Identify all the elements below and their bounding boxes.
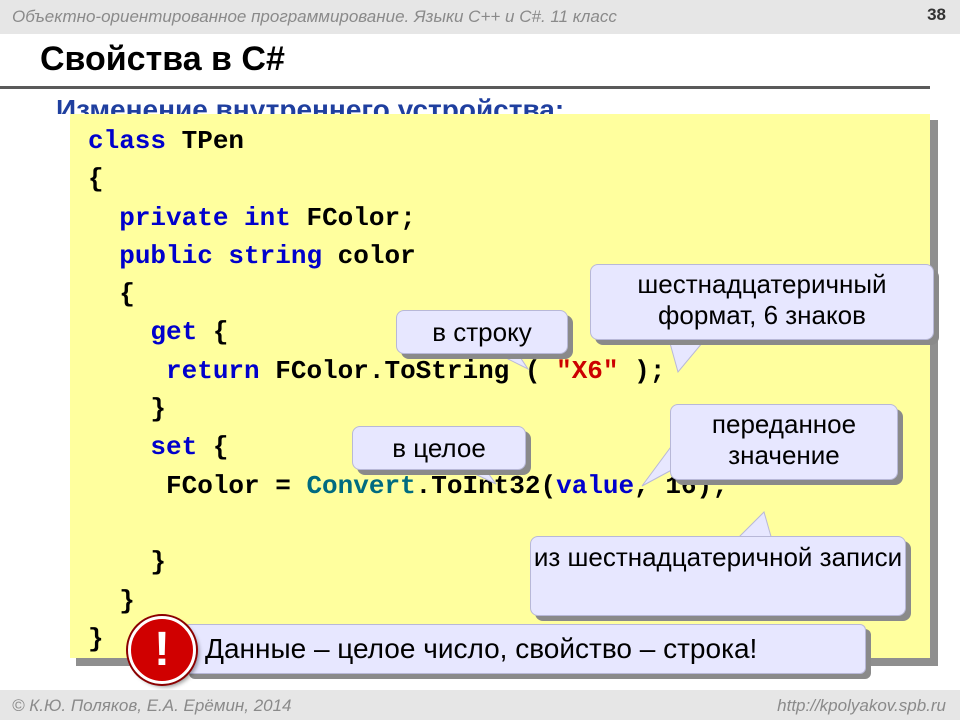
code-text: { [88,164,104,195]
callout-passed-value: переданное значение [670,404,898,480]
code-text: { [197,432,229,463]
code-keyword: set [150,432,198,463]
code-text: } [88,623,104,654]
course-title: Объектно-ориентированное программировани… [12,7,617,26]
callout-text: шестнадцатеричный формат, 6 знаков [637,269,887,330]
callout-to-int: в целое [352,426,526,470]
code-text: } [119,585,135,616]
code-text: = [259,470,307,501]
code-keyword: value [556,470,635,501]
callout-to-string: в строку [396,310,568,354]
note-text: Данные – целое число, свойство – строка! [205,633,758,664]
slide-header: Объектно-ориентированное программировани… [0,0,960,34]
code-text: TPen [166,126,245,156]
slide-subtitle: Изменение внутреннего устройства: [56,94,565,114]
note-banner: Данные – целое число, свойство – строка! [184,624,866,674]
callout-tail [667,335,710,374]
code-text: FColor; [290,202,416,233]
code-text: } [150,394,167,425]
code-text: { [197,317,229,348]
site-link[interactable]: http://kpolyakov.spb.ru [777,696,946,716]
callout-hex-format: шестнадцатеричный формат, 6 знаков [590,264,934,340]
code-text: } [150,547,167,578]
page-number: 38 [927,5,946,24]
code-text: { [119,279,135,310]
code-string: "X6" [556,355,619,386]
callout-text: в целое [392,433,486,463]
code-text: color [322,240,416,271]
callout-text: в строку [432,317,532,347]
title-divider [0,86,930,89]
code-keyword: class [88,126,167,156]
code-keyword: private int [119,202,291,233]
code-text: FColor [166,470,260,501]
code-keyword: get [150,317,198,348]
code-class: Convert [306,470,416,501]
code-keyword: public string [119,240,323,271]
callout-text: из шестнадцатеричной записи [533,542,903,572]
code-keyword: return [166,355,260,386]
slide-title: Свойства в C# [40,40,285,78]
exclamation-icon: ! [128,616,196,684]
callout-text: переданное значение [711,409,857,470]
slide-footer: © К.Ю. Поляков, Е.А. Ерёмин, 2014 http:/… [0,690,960,720]
author-credit: © К.Ю. Поляков, Е.А. Ерёмин, 2014 [12,696,292,715]
callout-from-hex: из шестнадцатеричной записи [530,536,906,616]
